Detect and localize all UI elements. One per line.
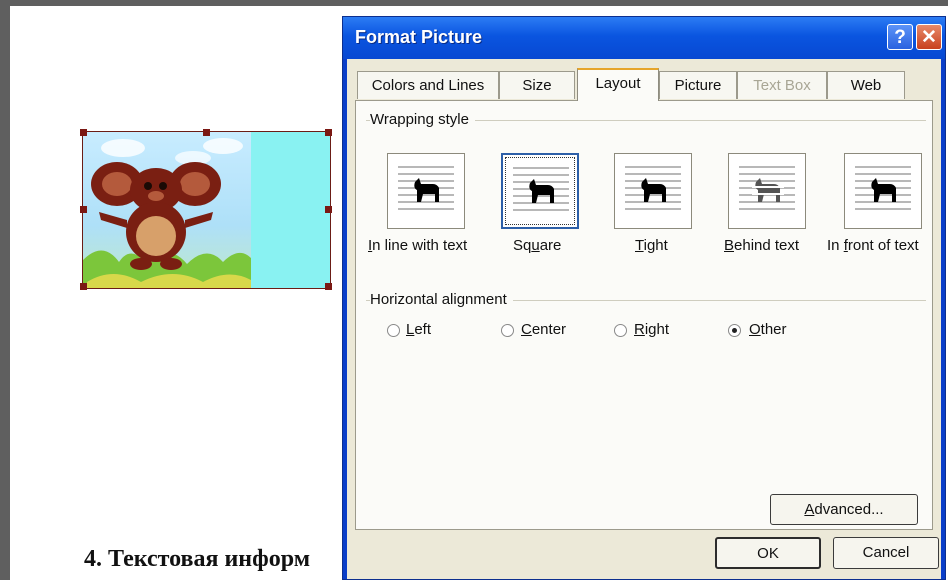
tab-web[interactable]: Web bbox=[827, 71, 905, 99]
wrap-option-in-front[interactable] bbox=[844, 153, 922, 229]
dialog-title: Format Picture bbox=[355, 27, 483, 47]
tab-size[interactable]: Size bbox=[499, 71, 575, 99]
horizontal-alignment-label: Horizontal alignment bbox=[370, 291, 513, 308]
tab-layout[interactable]: Layout bbox=[577, 68, 659, 101]
wrap-option-in-line[interactable] bbox=[387, 153, 465, 229]
radio-other[interactable] bbox=[728, 324, 741, 337]
resize-handle-top-middle[interactable] bbox=[203, 129, 210, 136]
format-picture-dialog: Format Picture ? ✕ Colors and Lines Size… bbox=[342, 16, 946, 580]
resize-handle-middle-right[interactable] bbox=[325, 206, 332, 213]
wrap-label-behind-text[interactable]: Behind text bbox=[724, 237, 799, 254]
square-wrap-icon bbox=[529, 179, 554, 203]
in-front-wrap-icon bbox=[871, 178, 896, 202]
wrap-label-tight[interactable]: Tight bbox=[635, 237, 668, 254]
wrapping-style-label: Wrapping style bbox=[370, 111, 475, 128]
selected-picture[interactable] bbox=[82, 131, 331, 289]
resize-handle-top-left[interactable] bbox=[80, 129, 87, 136]
tab-picture[interactable]: Picture bbox=[659, 71, 737, 99]
cancel-button[interactable]: Cancel bbox=[833, 537, 939, 569]
wrap-label-in-line[interactable]: In line with text bbox=[368, 237, 467, 254]
wrap-label-square[interactable]: Square bbox=[513, 237, 561, 254]
layout-tab-panel: Wrapping style In line with text Square … bbox=[355, 100, 933, 530]
advanced-button[interactable]: Advanced... bbox=[770, 494, 918, 525]
cheburashka-image bbox=[83, 132, 251, 288]
radio-right[interactable] bbox=[614, 324, 627, 337]
wrap-option-behind-text[interactable] bbox=[728, 153, 806, 229]
resize-handle-bottom-left[interactable] bbox=[80, 283, 87, 290]
help-button[interactable]: ? bbox=[887, 24, 913, 50]
close-icon: ✕ bbox=[921, 27, 937, 48]
dialog-title-bar[interactable]: Format Picture ? ✕ bbox=[343, 17, 945, 59]
radio-label-right[interactable]: Right bbox=[634, 321, 669, 338]
document-heading: 4. Текстовая информ bbox=[84, 546, 311, 572]
wrap-option-tight[interactable] bbox=[614, 153, 692, 229]
wrap-label-in-front[interactable]: In front of text bbox=[827, 237, 919, 254]
tight-wrap-icon bbox=[641, 178, 666, 202]
radio-label-center[interactable]: Center bbox=[521, 321, 566, 338]
close-button[interactable]: ✕ bbox=[916, 24, 942, 50]
tab-colors-and-lines[interactable]: Colors and Lines bbox=[357, 71, 499, 99]
behind-text-wrap-icon bbox=[752, 178, 784, 202]
tab-text-box: Text Box bbox=[737, 71, 827, 99]
radio-left[interactable] bbox=[387, 324, 400, 337]
radio-center[interactable] bbox=[501, 324, 514, 337]
radio-label-left[interactable]: Left bbox=[406, 321, 431, 338]
dialog-client-area: Colors and Lines Size Layout Picture Tex… bbox=[347, 59, 941, 579]
ok-button[interactable]: OK bbox=[715, 537, 821, 569]
resize-handle-bottom-right[interactable] bbox=[325, 283, 332, 290]
resize-handle-top-right[interactable] bbox=[325, 129, 332, 136]
question-mark-icon: ? bbox=[894, 27, 906, 48]
resize-handle-middle-left[interactable] bbox=[80, 206, 87, 213]
inline-wrap-icon bbox=[414, 178, 439, 202]
radio-label-other[interactable]: Other bbox=[749, 321, 787, 338]
wrap-option-square[interactable] bbox=[501, 153, 579, 229]
